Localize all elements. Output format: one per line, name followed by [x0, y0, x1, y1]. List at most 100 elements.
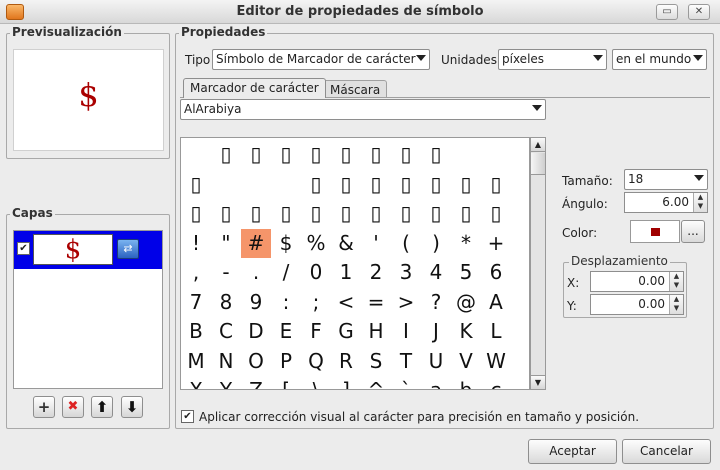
char-cell[interactable]: ▯	[241, 140, 271, 169]
char-cell[interactable]: a	[421, 376, 451, 389]
char-cell[interactable]	[451, 140, 481, 169]
remove-layer-button[interactable]: ✖	[62, 396, 84, 418]
char-cell[interactable]: R	[331, 347, 361, 376]
char-cell[interactable]: ▯	[331, 170, 361, 199]
char-cell[interactable]: G	[331, 317, 361, 346]
char-cell[interactable]: C	[211, 317, 241, 346]
char-cell[interactable]: O	[241, 347, 271, 376]
char-cell[interactable]: 9	[241, 288, 271, 317]
char-cell[interactable]: ▯	[391, 170, 421, 199]
char-cell[interactable]: 8	[211, 288, 241, 317]
char-cell[interactable]: (	[391, 229, 421, 258]
char-cell[interactable]: ]	[331, 376, 361, 389]
char-cell[interactable]: ▯	[271, 199, 301, 228]
char-cell[interactable]: $	[271, 229, 301, 258]
char-cell[interactable]: ▯	[421, 199, 451, 228]
x-offset-spinner[interactable]: 0.00 ▲ ▼	[590, 271, 684, 292]
char-cell[interactable]: K	[451, 317, 481, 346]
char-cell[interactable]: ^	[361, 376, 391, 389]
char-cell[interactable]: S	[361, 347, 391, 376]
character-grid-scrollbar[interactable]: ▲ ▼	[530, 137, 546, 390]
char-cell[interactable]: L	[481, 317, 511, 346]
char-cell[interactable]: )	[421, 229, 451, 258]
char-cell[interactable]: <	[331, 288, 361, 317]
char-cell[interactable]: ▯	[481, 199, 511, 228]
char-cell[interactable]: b	[451, 376, 481, 389]
angle-spinner[interactable]: 6.00 ▲ ▼	[624, 192, 708, 213]
char-cell[interactable]: I	[391, 317, 421, 346]
char-cell[interactable]: ▯	[361, 170, 391, 199]
char-cell[interactable]: P	[271, 347, 301, 376]
type-select[interactable]: Símbolo de Marcador de carácter	[212, 49, 430, 70]
char-cell[interactable]: Z	[241, 376, 271, 389]
scrollbar-thumb[interactable]	[531, 153, 545, 175]
char-cell[interactable]	[241, 170, 271, 199]
cancel-button[interactable]: Cancelar	[622, 439, 711, 464]
char-cell[interactable]: \	[301, 376, 331, 389]
char-cell[interactable]: +	[481, 229, 511, 258]
char-cell[interactable]: 6	[481, 258, 511, 287]
char-cell[interactable]: ▯	[391, 140, 421, 169]
y-offset-spinner[interactable]: 0.00 ▲ ▼	[590, 294, 684, 315]
char-cell[interactable]: ▯	[301, 170, 331, 199]
char-cell[interactable]: /	[271, 258, 301, 287]
char-cell[interactable]: %	[301, 229, 331, 258]
char-cell[interactable]: ▯	[481, 170, 511, 199]
char-cell[interactable]: F	[301, 317, 331, 346]
x-stepper-icon[interactable]: ▲ ▼	[669, 272, 683, 291]
char-cell[interactable]: #	[241, 228, 271, 258]
char-cell[interactable]: c	[481, 376, 511, 389]
char-cell[interactable]: T	[391, 347, 421, 376]
char-cell[interactable]: ▯	[181, 199, 211, 228]
char-cell[interactable]: 3	[391, 258, 421, 287]
color-picker-button[interactable]: ...	[681, 220, 705, 243]
char-cell[interactable]: ▯	[211, 199, 241, 228]
char-cell[interactable]: M	[181, 347, 211, 376]
char-cell[interactable]: -	[211, 258, 241, 287]
move-layer-up-button[interactable]: ⬆	[91, 396, 113, 418]
char-cell[interactable]: "	[211, 229, 241, 258]
char-cell[interactable]: E	[271, 317, 301, 346]
char-cell[interactable]: X	[181, 376, 211, 389]
tab-character-marker[interactable]: Marcador de carácter	[183, 78, 326, 98]
char-cell[interactable]	[271, 170, 301, 199]
char-cell[interactable]: ?	[421, 288, 451, 317]
tab-mask[interactable]: Máscara	[323, 80, 388, 98]
char-cell[interactable]: ▯	[331, 140, 361, 169]
char-cell[interactable]: A	[481, 288, 511, 317]
angle-stepper-icon[interactable]: ▲ ▼	[693, 193, 707, 212]
accept-button[interactable]: Aceptar	[528, 439, 617, 464]
char-cell[interactable]: ▯	[241, 199, 271, 228]
char-cell[interactable]	[211, 170, 241, 199]
char-cell[interactable]	[181, 140, 211, 169]
minimize-button[interactable]: ▭	[656, 4, 678, 20]
layer-visible-checkbox[interactable]: ✔	[17, 242, 30, 255]
add-layer-button[interactable]: +	[33, 396, 55, 418]
char-cell[interactable]: Y	[211, 376, 241, 389]
char-cell[interactable]: 7	[181, 288, 211, 317]
char-cell[interactable]: `	[391, 376, 421, 389]
char-cell[interactable]: ▯	[391, 199, 421, 228]
char-cell[interactable]: 1	[331, 258, 361, 287]
char-cell[interactable]: >	[391, 288, 421, 317]
char-cell[interactable]: [	[271, 376, 301, 389]
char-cell[interactable]: ▯	[301, 199, 331, 228]
character-grid[interactable]: ▯ ▯ ▯ ▯ ▯ ▯ ▯ ▯ ▯ ▯ ▯ ▯ ▯ ▯ ▯ ▯ ▯ ▯ ▯ ▯ ▯ ▯ ▯ ▯ ▯ ▯ ▯! " # $% & '() * +, -…	[180, 137, 530, 390]
scroll-up-icon[interactable]: ▲	[531, 138, 545, 152]
char-cell[interactable]: V	[451, 347, 481, 376]
char-cell[interactable]: W	[481, 347, 511, 376]
char-cell[interactable]: :	[271, 288, 301, 317]
y-stepper-icon[interactable]: ▲ ▼	[669, 295, 683, 314]
layer-properties-icon[interactable]: ⇄	[117, 239, 139, 259]
char-cell[interactable]: ,	[181, 258, 211, 287]
char-cell[interactable]: ▯	[361, 199, 391, 228]
reference-select[interactable]: en el mundo	[612, 49, 707, 70]
char-cell[interactable]: 0	[301, 258, 331, 287]
char-cell[interactable]: J	[421, 317, 451, 346]
size-select[interactable]: 18	[624, 169, 708, 190]
char-cell[interactable]: =	[361, 288, 391, 317]
font-select[interactable]: AlArabiya	[180, 99, 546, 120]
char-cell[interactable]: N	[211, 347, 241, 376]
char-cell[interactable]: '	[361, 229, 391, 258]
char-cell[interactable]: B	[181, 317, 211, 346]
